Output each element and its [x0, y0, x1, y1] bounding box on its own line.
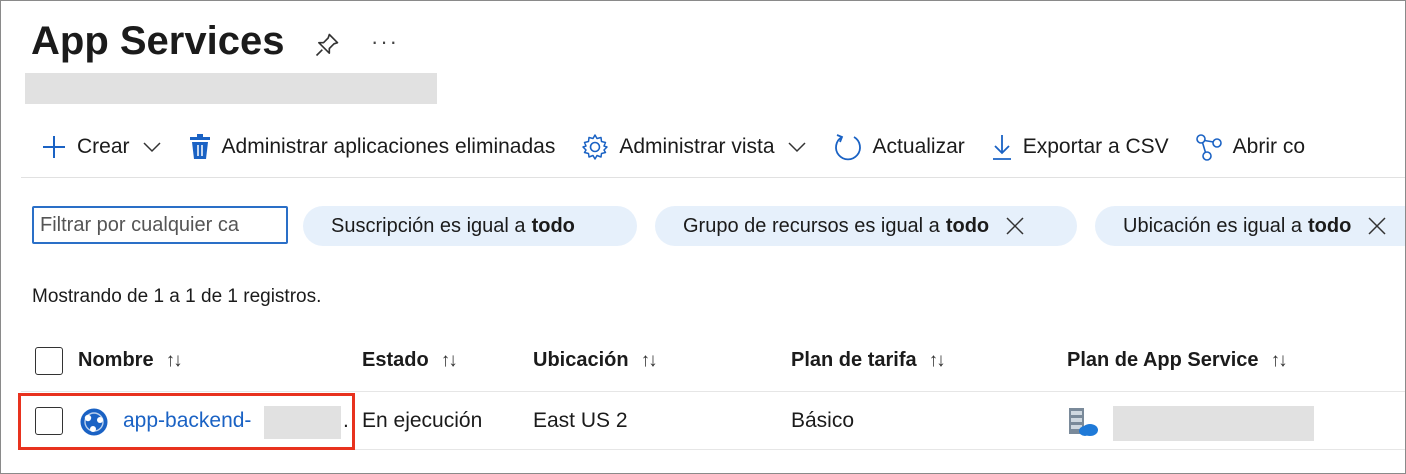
filter-pill-label: Grupo de recursos es igual a [683, 214, 940, 237]
more-options-icon[interactable]: ··· [371, 29, 399, 55]
plus-icon [43, 136, 65, 158]
column-header-label: Plan de App Service [1067, 349, 1259, 371]
pricing-tier-cell: Básico [791, 409, 855, 432]
open-query-label: Abrir co [1232, 135, 1306, 158]
column-header-label: Ubicación [533, 349, 629, 371]
create-label: Crear [77, 135, 130, 158]
sort-icon[interactable]: ↑↓ [641, 350, 658, 372]
records-count: Mostrando de 1 a 1 de 1 registros. [32, 286, 322, 307]
page-title: App Services [31, 19, 285, 63]
app-services-blade: App Services ··· Crear Administrar aplic… [0, 0, 1406, 474]
column-header-app-service-plan[interactable]: Plan de App Service ↑↓ [1067, 349, 1288, 372]
manage-view-label: Administrar vista [619, 135, 775, 158]
refresh-icon [834, 134, 861, 161]
location-cell: East US 2 [533, 409, 628, 432]
status-cell: En ejecución [362, 409, 483, 432]
manage-deleted-apps-button[interactable]: Administrar aplicaciones eliminadas [188, 134, 556, 160]
close-icon[interactable] [1367, 216, 1387, 236]
export-csv-label: Exportar a CSV [1022, 135, 1169, 158]
column-header-status[interactable]: Estado ↑↓ [362, 349, 458, 372]
select-all-checkbox[interactable] [35, 347, 63, 375]
redacted-plan-name [1113, 406, 1314, 441]
filter-pill-value: todo [945, 214, 990, 237]
sort-icon[interactable]: ↑↓ [166, 350, 183, 372]
chevron-down-icon [142, 142, 161, 153]
export-csv-button[interactable]: Exportar a CSV [991, 133, 1169, 161]
filter-pill-value: todo [1308, 214, 1352, 237]
highlight-box [18, 393, 355, 450]
chevron-down-icon [788, 142, 806, 153]
app-service-plan-icon [1069, 408, 1098, 436]
filter-pill-subscription[interactable]: Suscripción es igual a todo [303, 206, 637, 246]
filter-pill-resource-group[interactable]: Grupo de recursos es igual a todo [655, 206, 1077, 246]
filter-pill-location[interactable]: Ubicación es igual a todo [1095, 206, 1405, 246]
toolbar-divider [21, 177, 1405, 178]
query-nodes-icon [1195, 134, 1222, 161]
sort-icon[interactable]: ↑↓ [929, 350, 946, 372]
create-button[interactable]: Crear [41, 134, 162, 160]
sort-icon[interactable]: ↑↓ [1271, 350, 1288, 372]
download-icon [992, 135, 1011, 160]
close-icon[interactable] [1005, 216, 1025, 236]
column-header-label: Estado [362, 349, 429, 371]
column-header-label: Nombre [78, 349, 154, 371]
column-header-pricing-tier[interactable]: Plan de tarifa ↑↓ [791, 349, 946, 372]
refresh-label: Actualizar [872, 135, 965, 158]
filter-pill-value: todo [531, 214, 575, 237]
column-header-label: Plan de tarifa [791, 349, 917, 371]
manage-deleted-label: Administrar aplicaciones eliminadas [221, 135, 556, 158]
column-header-location[interactable]: Ubicación ↑↓ [533, 349, 658, 372]
gear-icon [582, 134, 609, 160]
trash-icon [189, 134, 210, 159]
filter-input[interactable] [32, 206, 288, 244]
open-query-button[interactable]: Abrir co [1195, 133, 1305, 161]
manage-view-button[interactable]: Administrar vista [581, 133, 806, 161]
pin-icon[interactable] [313, 31, 341, 59]
header-divider [21, 391, 1405, 392]
redacted-subtitle [25, 73, 437, 104]
sort-icon[interactable]: ↑↓ [441, 350, 458, 372]
filter-pill-label: Suscripción es igual a [331, 214, 526, 237]
filter-pill-label: Ubicación es igual a [1123, 214, 1302, 237]
column-header-name[interactable]: Nombre ↑↓ [78, 349, 183, 372]
command-bar: Crear Administrar aplicaciones eliminada… [41, 127, 1331, 167]
refresh-button[interactable]: Actualizar [833, 132, 965, 162]
